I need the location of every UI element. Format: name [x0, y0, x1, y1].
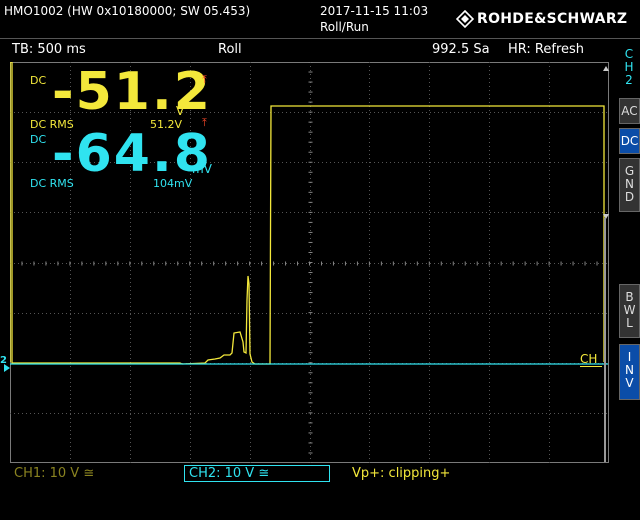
- ac-label: AC: [621, 104, 638, 118]
- vertical-scrollbar[interactable]: [604, 218, 606, 462]
- vp-clipping-status: Vp+: clipping+: [352, 466, 451, 481]
- run-mode: Roll/Run: [320, 20, 369, 34]
- brand-text: ROHDE&SCHWARZ: [477, 11, 628, 27]
- hr-refresh[interactable]: HR: Refresh: [508, 42, 584, 57]
- header-divider: [0, 38, 640, 39]
- datetime: 2017-11-15 11:03: [320, 4, 429, 18]
- ac-coupling-button[interactable]: AC: [619, 98, 640, 124]
- ch-trigger-marker: CH: [580, 352, 598, 366]
- sample-rate: 992.5 Sa: [432, 42, 490, 57]
- scroll-up-icon[interactable]: [603, 66, 609, 71]
- ch1-coupling: DC: [30, 74, 47, 87]
- dc-coupling-button[interactable]: DC: [619, 128, 640, 154]
- ch2-rms-label: DC RMS: [30, 177, 74, 190]
- side-channel-label: C H 2: [622, 48, 636, 87]
- inv-v: V: [625, 376, 634, 390]
- side-ch-2: 2: [625, 73, 633, 87]
- ch1-scale[interactable]: CH1: 10 V ≅: [14, 466, 94, 481]
- brand-logo: ROHDE&SCHWARZ: [456, 10, 627, 28]
- waveform-grid: [10, 62, 609, 463]
- ch-marker-underline: [580, 366, 602, 367]
- rs-logo-icon: [456, 10, 474, 28]
- model-info: HMO1002 (HW 0x10180000; SW 05.453): [4, 4, 251, 18]
- ch2-unit: mV: [192, 162, 212, 176]
- gnd-coupling-button[interactable]: G N D: [619, 158, 640, 212]
- ch2-scale[interactable]: CH2: 10 V ≅: [184, 465, 330, 482]
- ch1-clip-warning-icon: ⤒: [202, 73, 207, 86]
- ch1-unit: V: [176, 104, 185, 118]
- ch2-rms-value: 104mV: [153, 177, 193, 190]
- dc-label: DC: [620, 134, 639, 148]
- ch1-value: -51.2: [52, 62, 212, 122]
- ref-arrow-icon: [4, 364, 10, 372]
- gnd-d: D: [624, 190, 635, 204]
- bwl-button[interactable]: B W L: [619, 284, 640, 338]
- waveform-display[interactable]: [10, 62, 609, 463]
- bwl-l: L: [626, 316, 633, 330]
- timebase[interactable]: TB: 500 ms: [12, 42, 86, 57]
- ch2-value: -64.8: [52, 124, 212, 184]
- ch2-coupling: DC: [30, 133, 47, 146]
- acquisition-mode[interactable]: Roll: [218, 42, 242, 57]
- invert-button[interactable]: I N V: [619, 344, 640, 400]
